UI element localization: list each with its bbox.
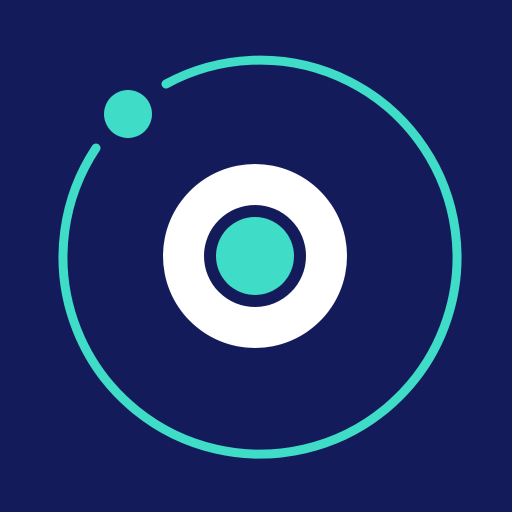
orbit-logo-icon	[0, 0, 512, 512]
orbit-satellite	[104, 90, 152, 138]
core-nucleus	[216, 217, 294, 295]
app-icon	[0, 0, 512, 512]
